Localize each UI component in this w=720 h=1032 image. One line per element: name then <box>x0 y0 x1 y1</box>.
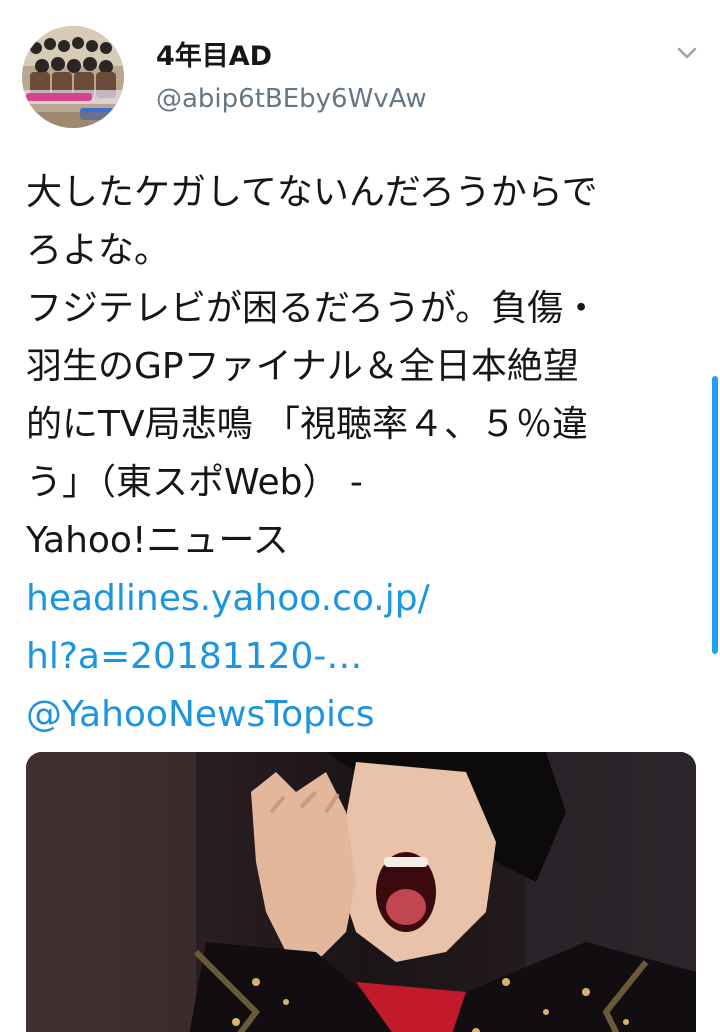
tweet-text-line: 的にTV局悲鳴 「視聴率４、５％違 <box>26 404 589 445</box>
display-name[interactable]: 4年目AD <box>156 40 272 74</box>
chevron-down-icon <box>677 47 697 59</box>
tweet-mention-link[interactable]: @YahooNewsTopics <box>26 686 698 744</box>
tweet-text-line: う」（東スポWeb） - <box>26 462 363 503</box>
tweet-text-line: 羽生のGPファイナル＆全日本絶望 <box>26 346 579 387</box>
tweet-text-line: 大したケガしてないんだろうからで <box>26 172 598 213</box>
tweet-text-line: フジテレビが困るだろうが。負傷・ <box>26 288 600 329</box>
tweet-detail-screen: 4年目AD @abip6tBEby6WvAw 大したケガしてないんだろうからで … <box>0 0 720 1032</box>
tweet-text-line: ろよな。 <box>26 230 171 271</box>
tweet-link-url[interactable]: headlines.yahoo.co.jp/ <box>26 570 698 628</box>
avatar-group-photo-icon <box>22 26 124 128</box>
tweet-link-url[interactable]: hl?a=20181120-… <box>26 628 698 686</box>
tweet-text: 大したケガしてないんだろうからで ろよな。 フジテレビが困るだろうが。負傷・ 羽… <box>26 164 698 744</box>
avatar[interactable] <box>22 26 124 128</box>
user-handle[interactable]: @abip6tBEby6WvAw <box>156 82 427 116</box>
tweet-media-image[interactable] <box>26 752 696 1032</box>
scrollbar[interactable] <box>712 376 718 654</box>
photo-thumbnail-icon <box>26 752 696 1032</box>
tweet-text-line: Yahoo!ニュース <box>26 520 289 561</box>
tweet-menu-button[interactable] <box>670 36 704 70</box>
